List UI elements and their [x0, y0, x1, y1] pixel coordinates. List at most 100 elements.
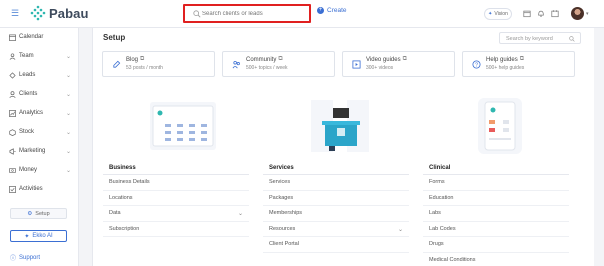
vision-label: Vision — [494, 11, 508, 17]
ekko-ai-button[interactable]: ✦ Ekko AI — [10, 230, 67, 242]
chevron-down-icon[interactable]: ▾ — [586, 11, 589, 17]
leads-icon — [9, 72, 16, 79]
keyword-search-input[interactable]: Search by keyword — [499, 32, 581, 44]
row-label: Resources — [269, 225, 296, 232]
sidebar-item-activities[interactable]: Activities — [0, 182, 79, 198]
clinical-card: Clinical Forms Education Labs Lab Codes … — [423, 161, 569, 266]
community-title: Community — [246, 56, 277, 63]
setup-link-education[interactable]: Education — [423, 191, 569, 206]
external-link-icon: ⧉ — [519, 56, 524, 62]
sidebar-item-analytics[interactable]: Analytics ⌄ — [0, 106, 79, 122]
video-guides-title: Video guides — [366, 56, 401, 63]
setup-link-client-portal[interactable]: Client Portal — [263, 237, 409, 253]
setup-button[interactable]: ⚙ Setup — [10, 208, 67, 219]
search-icon — [569, 36, 575, 42]
sidebar-item-label: Leads — [19, 72, 36, 78]
search-icon — [193, 10, 201, 18]
setup-panel: Setup Search by keyword Blog ⧉ 53 posts /… — [92, 28, 594, 266]
setup-link-business-details[interactable]: Business Details — [103, 175, 249, 191]
chevron-down-icon: ⌄ — [66, 92, 72, 98]
sidebar: Calendar Team ⌄ Leads ⌄ Clients ⌄ Analyt… — [0, 28, 79, 266]
help-icon: ? — [472, 60, 481, 69]
keyword-search-placeholder: Search by keyword — [506, 36, 553, 42]
setup-link-forms[interactable]: Forms — [423, 175, 569, 191]
vision-button[interactable]: ✦ Vision — [484, 8, 512, 20]
video-guides-tile[interactable]: Video guides ⧉ 300+ videos — [342, 51, 455, 77]
chevron-down-icon: ⌄ — [66, 111, 72, 117]
bell-icon[interactable] — [537, 9, 545, 18]
gear-icon: ⚙ — [27, 210, 33, 217]
sidebar-item-calendar[interactable]: Calendar — [0, 30, 79, 46]
top-bar: ☰ Pabau + Create ✦ Vision — [0, 0, 604, 28]
activities-icon — [9, 186, 16, 193]
sidebar-item-label: Analytics — [19, 110, 44, 116]
setup-link-lab-codes[interactable]: Lab Codes — [423, 222, 569, 237]
row-label: Education — [429, 194, 454, 201]
pabau-logo-icon — [30, 5, 46, 21]
row-label: Medical Conditions — [429, 256, 476, 263]
setup-link-data[interactable]: Data ⌄ — [103, 206, 249, 222]
external-link-icon: ⧉ — [402, 56, 407, 62]
setup-link-drugs[interactable]: Drugs — [423, 237, 569, 253]
money-icon — [9, 167, 16, 174]
search-input[interactable] — [202, 9, 307, 19]
row-label: Subscription — [109, 225, 140, 232]
business-card: Business Business Details Locations Data… — [103, 161, 249, 237]
sidebar-item-marketing[interactable]: Marketing ⌄ — [0, 144, 79, 160]
card-title: Business — [103, 161, 249, 175]
setup-link-packages[interactable]: Packages — [263, 191, 409, 206]
blog-title: Blog — [126, 56, 139, 63]
client-search[interactable] — [183, 4, 311, 23]
sidebar-item-team[interactable]: Team ⌄ — [0, 49, 79, 65]
setup-link-medical-conditions[interactable]: Medical Conditions — [423, 253, 569, 266]
create-button[interactable]: + Create — [317, 7, 347, 14]
chevron-down-icon: ⌄ — [66, 130, 72, 136]
chevron-down-icon: ⌄ — [66, 149, 72, 155]
sidebar-item-label: Marketing — [19, 148, 46, 154]
sidebar-item-leads[interactable]: Leads ⌄ — [0, 68, 79, 84]
support-label: Support — [19, 254, 41, 261]
calendar-check-icon[interactable] — [523, 9, 531, 18]
svg-text:?: ? — [475, 62, 478, 68]
setup-link-services[interactable]: Services — [263, 175, 409, 191]
row-label: Data — [109, 210, 121, 216]
community-icon — [232, 60, 240, 69]
business-illustration — [150, 102, 216, 150]
setup-link-locations[interactable]: Locations — [103, 191, 249, 206]
help-icon: ⓘ — [10, 256, 17, 262]
user-avatar[interactable] — [571, 7, 584, 20]
help-guides-title: Help guides — [486, 56, 518, 63]
card-title: Clinical — [423, 161, 569, 175]
setup-link-memberships[interactable]: Memberships — [263, 206, 409, 222]
app-logo[interactable]: Pabau — [30, 5, 89, 21]
support-link[interactable]: ⓘ Support — [10, 253, 41, 263]
community-tile[interactable]: Community ⧉ 500+ topics / week — [222, 51, 335, 77]
sidebar-item-money[interactable]: Money ⌄ — [0, 163, 79, 179]
sidebar-item-stock[interactable]: Stock ⌄ — [0, 125, 79, 141]
marketing-icon — [9, 148, 16, 155]
external-link-icon: ⧉ — [140, 56, 145, 62]
inbox-icon[interactable] — [551, 9, 559, 18]
clinical-illustration — [478, 98, 522, 154]
video-icon — [352, 60, 361, 69]
chevron-down-icon: ⌄ — [397, 226, 403, 233]
blog-subtitle: 53 posts / month — [126, 65, 163, 71]
row-label: Forms — [429, 179, 445, 185]
blog-tile[interactable]: Blog ⧉ 53 posts / month — [102, 51, 215, 77]
setup-link-resources[interactable]: Resources ⌄ — [263, 222, 409, 237]
help-guides-tile[interactable]: ? Help guides ⧉ 500+ help guides — [462, 51, 575, 77]
setup-link-subscription[interactable]: Subscription — [103, 222, 249, 237]
setup-link-labs[interactable]: Labs — [423, 206, 569, 222]
row-label: Drugs — [429, 241, 444, 247]
chevron-down-icon: ⌄ — [66, 73, 72, 79]
sidebar-item-label: Stock — [19, 129, 35, 135]
row-label: Client Portal — [269, 241, 299, 247]
create-label: Create — [327, 7, 347, 14]
sidebar-item-label: Calendar — [19, 34, 44, 40]
calendar-icon — [9, 34, 16, 41]
sparkle-icon: ✦ — [24, 233, 30, 240]
sidebar-item-clients[interactable]: Clients ⌄ — [0, 87, 79, 103]
clients-icon — [9, 91, 16, 98]
menu-icon[interactable]: ☰ — [11, 9, 19, 18]
blog-icon — [113, 60, 121, 68]
